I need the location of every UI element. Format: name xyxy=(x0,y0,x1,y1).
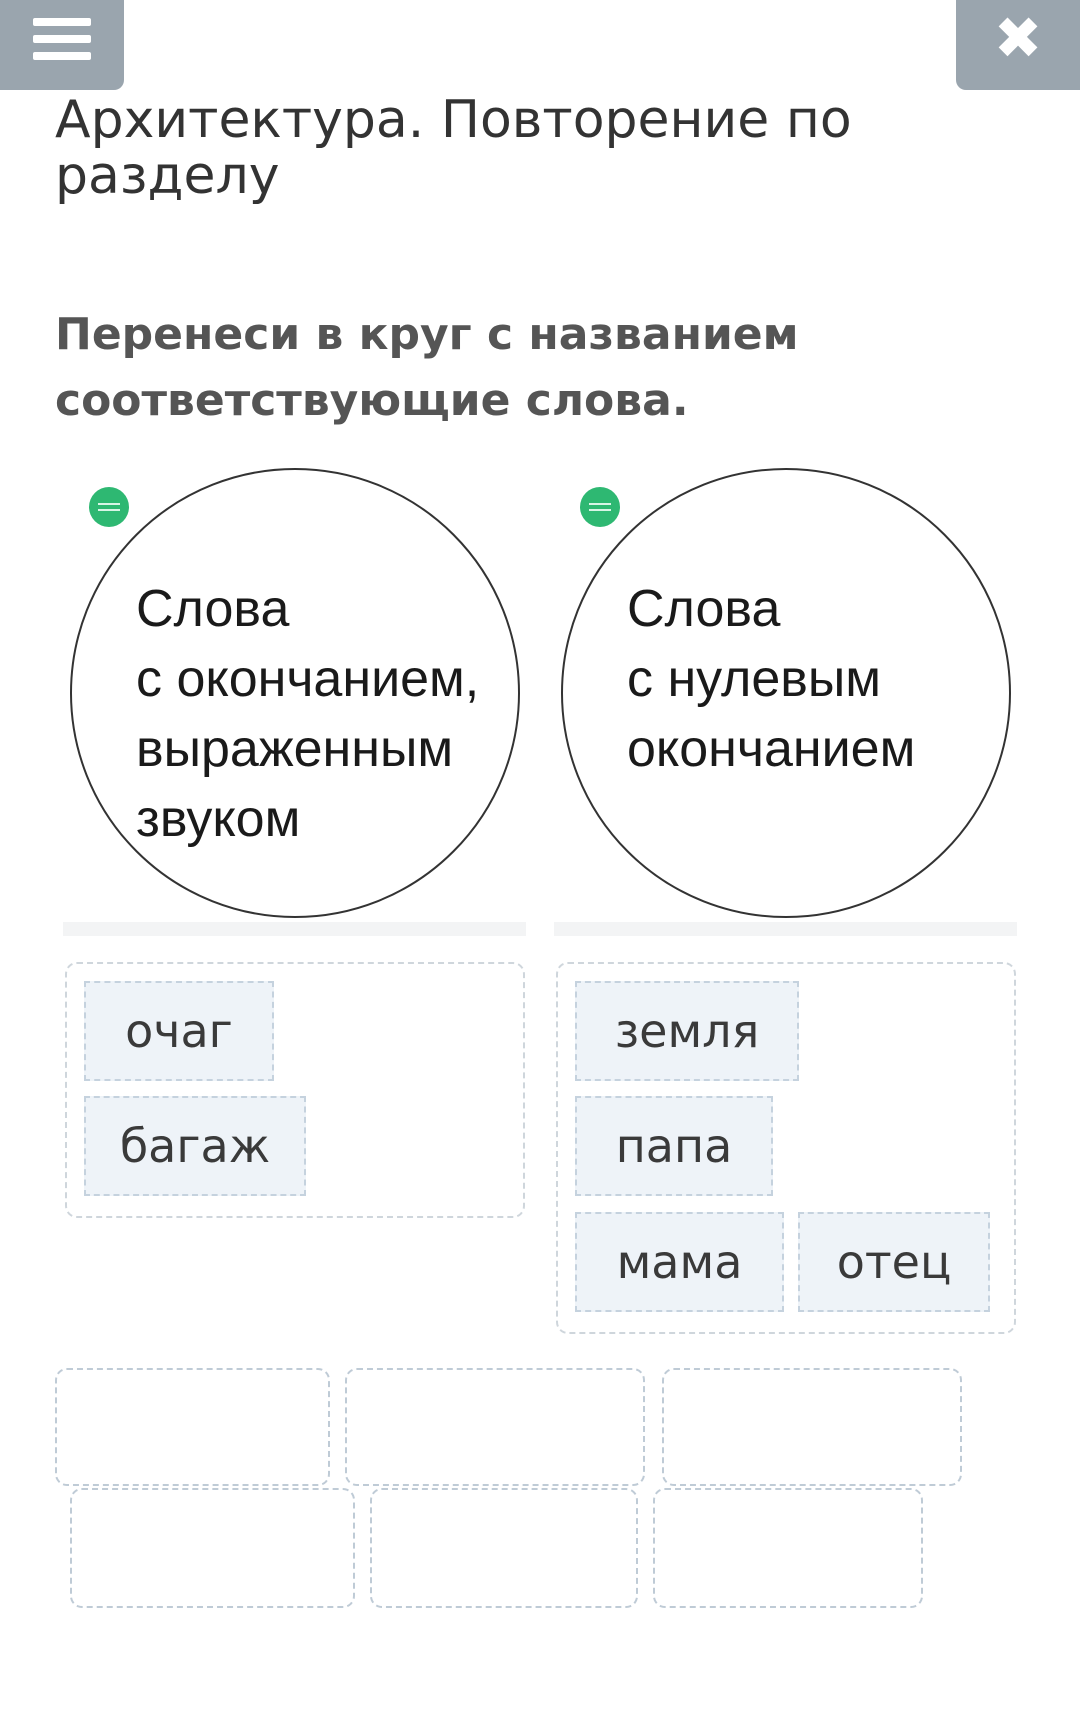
word-chip-zemlya[interactable]: земля xyxy=(575,981,799,1081)
word-chip-bagazh[interactable]: багаж xyxy=(84,1096,306,1196)
empty-word-slot[interactable] xyxy=(345,1368,645,1486)
word-chip-otets[interactable]: отец xyxy=(798,1212,990,1312)
task-instruction: Перенеси в круг с названием соответствую… xyxy=(55,309,799,426)
empty-word-slot[interactable] xyxy=(370,1488,638,1608)
blumland-logo-icon xyxy=(89,487,129,527)
menu-button[interactable] xyxy=(0,0,124,90)
word-chip-mama[interactable]: мама xyxy=(575,1212,784,1312)
circle-divider xyxy=(63,922,526,936)
empty-word-slot[interactable] xyxy=(70,1488,355,1608)
circle-label: Слова с окончанием, выраженным звуком xyxy=(136,580,480,848)
hamburger-menu-icon xyxy=(33,18,91,60)
empty-word-slot[interactable] xyxy=(55,1368,330,1486)
close-icon: ✖ xyxy=(993,4,1043,72)
blumland-logo-icon xyxy=(580,487,620,527)
drop-circle-zero-ending[interactable]: Слова с нулевым окончанием xyxy=(561,468,1011,918)
empty-word-slot[interactable] xyxy=(662,1368,962,1486)
circle-divider xyxy=(554,922,1017,936)
word-chip-papa[interactable]: папа xyxy=(575,1096,773,1196)
word-chip-ochag[interactable]: очаг xyxy=(84,981,274,1081)
close-button[interactable]: ✖ xyxy=(956,0,1080,90)
page-title: Архитектура. Повторение по разделу xyxy=(55,90,852,206)
drop-circle-sounded-ending[interactable]: Слова с окончанием, выраженным звуком xyxy=(70,468,520,918)
empty-word-slot[interactable] xyxy=(653,1488,923,1608)
circle-label: Слова с нулевым окончанием xyxy=(627,580,916,778)
